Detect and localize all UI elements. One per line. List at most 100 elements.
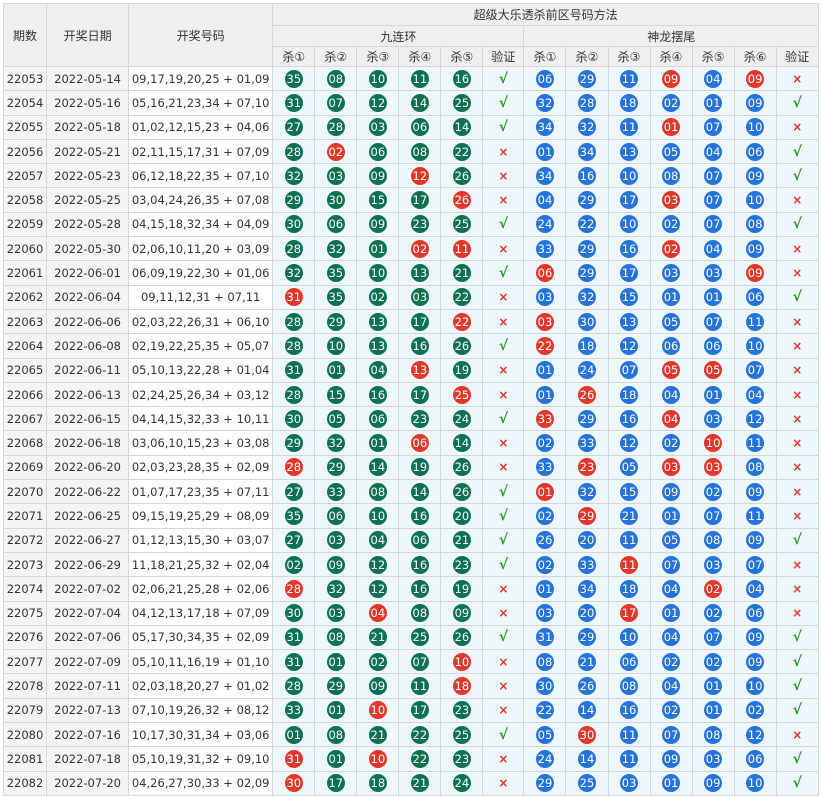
number-ball: 23 xyxy=(452,749,471,768)
shenlongbaiwei-kill-cell: 20 xyxy=(565,527,609,553)
number-ball: 05 xyxy=(662,361,681,380)
cross-mark-icon: × xyxy=(498,144,509,159)
number-ball: 30 xyxy=(326,191,345,210)
table-row: 22066 2022-06-13 02,24,25,26,34 + 03,12 28 1… xyxy=(2,381,820,408)
number-ball: 01 xyxy=(662,774,681,793)
table-row: 22055 2022-05-18 01,02,12,15,23 + 04,06 27 2… xyxy=(2,114,820,140)
jiulianhuan-kill-cell: 32 xyxy=(314,236,358,262)
jiulianhuan-kill-cell: 22 xyxy=(398,722,442,748)
jiulianhuan-kill-cell: 25 xyxy=(440,211,484,238)
cross-mark-icon: × xyxy=(792,484,803,499)
shenlongbaiwei-kill-cell: 05 xyxy=(649,308,693,335)
jiulianhuan-kill-cell: 17 xyxy=(398,187,442,213)
jiulianhuan-verify-cell: × xyxy=(482,163,525,189)
number-ball: 02 xyxy=(662,701,681,720)
shenlongbaiwei-kill-cell: 29 xyxy=(565,624,609,651)
jiulianhuan-kill-cell: 28 xyxy=(272,576,316,602)
number-ball: 14 xyxy=(410,93,429,112)
number-ball: 09 xyxy=(662,482,681,501)
jiulianhuan-kill-cell: 10 xyxy=(356,503,400,529)
shenlongbaiwei-kill-cell: 09 xyxy=(733,90,777,116)
number-ball: 21 xyxy=(368,628,387,647)
shenlongbaiwei-kill-cell: 08 xyxy=(649,163,693,189)
date-cell: 2022-05-14 xyxy=(46,65,130,92)
shenlongbaiwei-kill-cell: 31 xyxy=(523,624,567,651)
shenlongbaiwei-kill-cell: 10 xyxy=(733,114,777,140)
shenlongbaiwei-kill-cell: 05 xyxy=(607,454,651,481)
number-ball: 04 xyxy=(662,579,681,598)
number-ball: 06 xyxy=(746,749,765,768)
cross-mark-icon: × xyxy=(792,436,803,451)
shenlongbaiwei-kill-cell: 32 xyxy=(565,114,609,140)
check-mark-icon: √ xyxy=(498,265,509,282)
number-ball: 17 xyxy=(410,312,429,331)
shenlongbaiwei-kill-cell: 08 xyxy=(607,673,651,699)
number-ball: 11 xyxy=(746,312,765,331)
number-ball: 10 xyxy=(620,215,639,234)
number-ball: 08 xyxy=(746,458,765,477)
shenlongbaiwei-verify-cell: × xyxy=(775,260,820,286)
date-cell: 2022-05-25 xyxy=(46,187,130,213)
number-ball: 03 xyxy=(704,409,723,428)
shenlongbaiwei-kill-cell: 14 xyxy=(565,746,609,772)
number-ball: 02 xyxy=(662,215,681,234)
jiulianhuan-verify-cell: √ xyxy=(482,65,525,92)
issue-cell: 22074 xyxy=(2,576,48,602)
issue-cell: 22067 xyxy=(2,406,48,432)
number-ball: 12 xyxy=(368,579,387,598)
number-ball: 25 xyxy=(452,385,471,404)
jiulianhuan-kill-cell: 10 xyxy=(440,649,484,675)
header-date: 开奖日期 xyxy=(46,3,130,67)
number-ball: 16 xyxy=(620,409,639,428)
number-ball: 06 xyxy=(704,336,723,355)
number-ball: 32 xyxy=(326,239,345,258)
shenlongbaiwei-kill-cell: 01 xyxy=(523,138,567,165)
check-mark-icon: √ xyxy=(498,94,509,111)
check-mark-icon: √ xyxy=(498,556,509,573)
date-cell: 2022-05-18 xyxy=(46,114,130,140)
table-row: 22082 2022-07-20 04,26,27,30,33 + 02,09 30 1… xyxy=(2,770,820,796)
draw-numbers-cell: 02,19,22,25,35 + 05,07 xyxy=(128,333,274,359)
shenlongbaiwei-kill-cell: 01 xyxy=(691,381,735,408)
number-ball: 23 xyxy=(452,555,471,574)
shenlongbaiwei-kill-cell: 06 xyxy=(691,333,735,359)
number-ball: 04 xyxy=(662,409,681,428)
jiulianhuan-kill-cell: 29 xyxy=(272,430,316,456)
number-ball: 09 xyxy=(746,69,765,88)
shenlongbaiwei-kill-cell: 09 xyxy=(691,770,735,796)
number-ball: 23 xyxy=(410,215,429,234)
draw-numbers-cell: 03,04,24,26,35 + 07,08 xyxy=(128,187,274,213)
jiulianhuan-kill-cell: 28 xyxy=(272,454,316,481)
draw-numbers-cell: 02,11,15,17,31 + 07,09 xyxy=(128,138,274,165)
number-ball: 07 xyxy=(746,361,765,380)
number-ball: 12 xyxy=(410,166,429,185)
number-ball: 22 xyxy=(535,701,554,720)
issue-cell: 22071 xyxy=(2,503,48,529)
draw-numbers-cell: 01,12,13,15,30 + 03,07 xyxy=(128,527,274,553)
draw-numbers-cell: 05,10,19,31,32 + 09,10 xyxy=(128,746,274,772)
shenlongbaiwei-kill-cell: 10 xyxy=(607,163,651,189)
number-ball: 13 xyxy=(410,264,429,283)
shenlongbaiwei-kill-cell: 29 xyxy=(523,770,567,796)
date-cell: 2022-06-01 xyxy=(46,260,130,286)
number-ball: 04 xyxy=(704,239,723,258)
issue-cell: 22056 xyxy=(2,138,48,165)
jiulianhuan-kill-cell: 06 xyxy=(356,138,400,165)
number-ball: 09 xyxy=(746,482,765,501)
number-ball: 01 xyxy=(284,725,303,744)
shenlongbaiwei-kill-cell: 03 xyxy=(523,308,567,335)
jiulianhuan-verify-cell: √ xyxy=(482,551,525,578)
number-ball: 05 xyxy=(326,409,345,428)
number-ball: 03 xyxy=(535,312,554,331)
shenlongbaiwei-verify-cell: × xyxy=(775,357,820,383)
number-ball: 07 xyxy=(620,361,639,380)
jiulianhuan-kill-cell: 16 xyxy=(398,551,442,578)
jiulianhuan-kill-cell: 04 xyxy=(356,600,400,626)
shenlongbaiwei-kill-cell: 02 xyxy=(523,503,567,529)
shenlongbaiwei-kill-cell: 26 xyxy=(565,381,609,408)
table-row: 22057 2022-05-23 06,12,18,22,35 + 07,10 32 0… xyxy=(2,163,820,189)
number-ball: 13 xyxy=(620,142,639,161)
draw-numbers-cell: 01,02,12,15,23 + 04,06 xyxy=(128,114,274,140)
number-ball: 07 xyxy=(326,93,345,112)
number-ball: 31 xyxy=(284,361,303,380)
